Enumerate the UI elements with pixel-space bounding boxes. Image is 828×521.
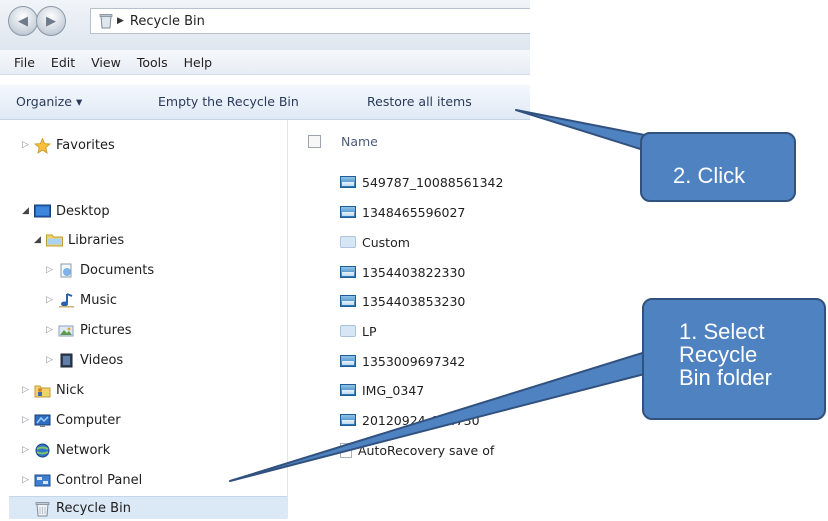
select-callout: 1. Select Recycle Bin folder (642, 298, 826, 420)
callout-pointers (229, 109, 661, 482)
click-callout: 2. Click (640, 132, 796, 202)
select-callout-line: Recycle (679, 342, 758, 367)
select-callout-pointer (229, 349, 661, 482)
click-callout-pointer (515, 109, 661, 153)
select-callout-line: 1. Select (679, 319, 765, 344)
select-callout-line: Bin folder (679, 365, 772, 390)
click-callout-text: 2. Click (673, 163, 746, 188)
select-callout-text: 1. Select Recycle Bin folder (679, 320, 772, 389)
